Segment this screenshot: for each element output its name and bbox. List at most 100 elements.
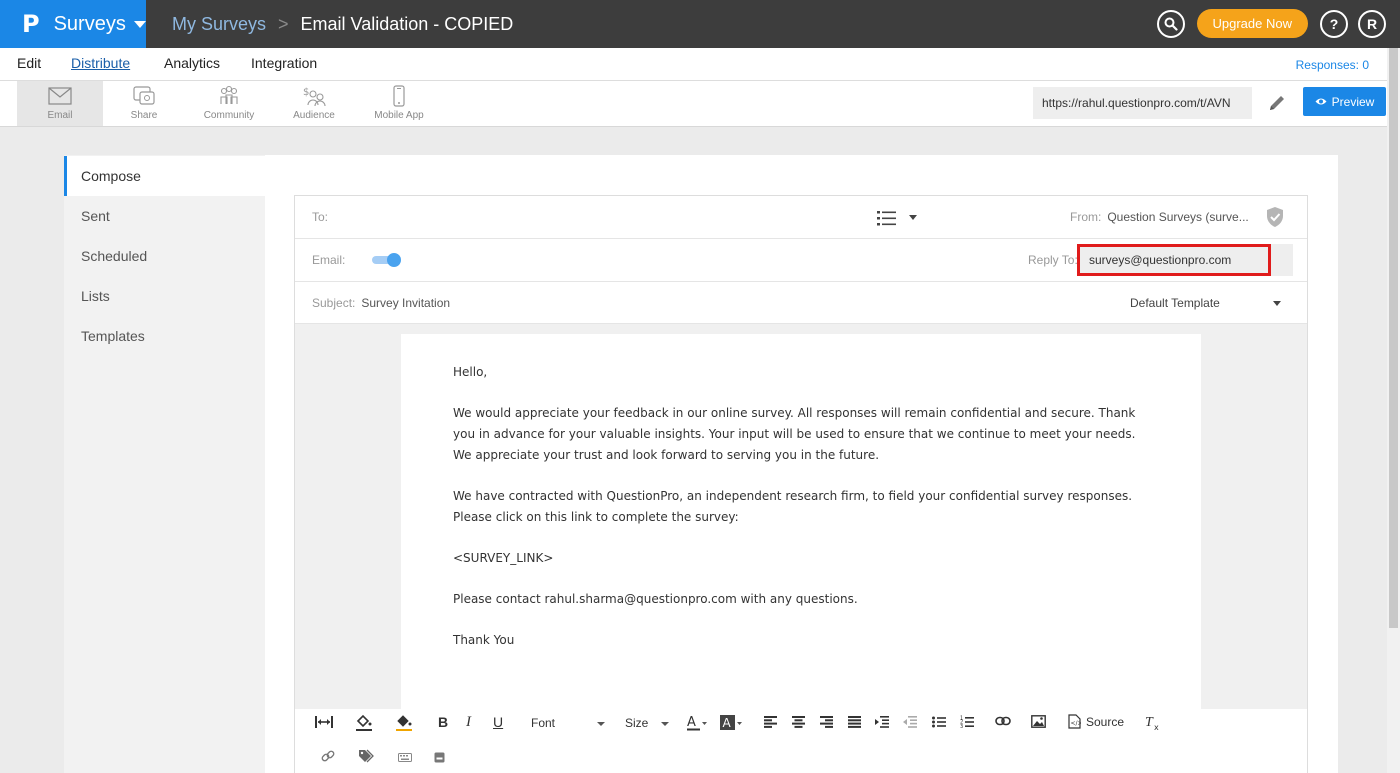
bulleted-list-button[interactable] xyxy=(932,716,946,728)
text-color-button[interactable]: A xyxy=(686,714,708,732)
contact-list-picker[interactable] xyxy=(877,210,923,229)
audience-icon: $ xyxy=(303,87,326,107)
breadcrumb-my-surveys[interactable]: My Surveys xyxy=(172,14,266,35)
tab-analytics[interactable]: Analytics xyxy=(164,55,220,71)
sidebar-item-compose[interactable]: Compose xyxy=(64,156,265,196)
keyboard-icon xyxy=(398,753,412,762)
tool-label: Audience xyxy=(293,110,335,121)
svg-text:</>: </> xyxy=(1071,720,1082,727)
remove-format-button[interactable]: Tx xyxy=(1145,714,1161,731)
bold-button[interactable]: B xyxy=(438,714,448,730)
user-avatar-button[interactable]: R xyxy=(1358,9,1386,38)
tag-icon xyxy=(359,749,374,763)
svg-text:$: $ xyxy=(303,87,309,98)
underline-button[interactable]: U xyxy=(493,714,503,730)
reply-to-label: Reply To: xyxy=(1028,253,1078,267)
from-label: From: xyxy=(1070,210,1102,224)
body-paragraph: We would appreciate your feedback in our… xyxy=(453,406,1136,462)
remove-format-icon: Tx xyxy=(1145,715,1159,731)
numbered-list-button[interactable]: 123 xyxy=(960,715,974,728)
tab-distribute[interactable]: Distribute xyxy=(71,55,130,71)
breadcrumb-separator: > xyxy=(278,13,289,34)
email-body[interactable]: Hello, We would appreciate your feedback… xyxy=(401,334,1201,709)
iframe-button[interactable] xyxy=(434,752,445,763)
share-icon xyxy=(133,86,155,105)
fill-color-icon xyxy=(396,715,412,731)
contact-text: Please contact rahul.sharma@questionpro.… xyxy=(453,592,858,606)
chevron-down-icon[interactable] xyxy=(661,722,669,727)
email-toggle[interactable] xyxy=(370,253,402,267)
tool-share[interactable]: Share xyxy=(101,81,187,126)
svg-text:A: A xyxy=(723,716,732,730)
preview-label: Preview xyxy=(1331,94,1375,109)
highlight-color-icon: A xyxy=(720,715,742,730)
sidebar-item-templates[interactable]: Templates xyxy=(64,316,265,356)
tab-integration[interactable]: Integration xyxy=(251,55,317,71)
top-bar: P Surveys My Surveys > Email Validation … xyxy=(0,0,1400,48)
chevron-down-icon[interactable] xyxy=(1273,301,1281,306)
size-select[interactable]: Size xyxy=(625,716,648,730)
font-select[interactable]: Font xyxy=(531,716,555,730)
indent-icon xyxy=(875,716,889,728)
align-left-button[interactable] xyxy=(764,716,777,728)
upgrade-now-button[interactable]: Upgrade Now xyxy=(1196,9,1308,38)
expand-width-icon xyxy=(315,716,333,728)
justify-button[interactable] xyxy=(848,716,861,728)
search-button[interactable] xyxy=(1156,9,1185,38)
survey-url-field[interactable]: https://rahul.questionpro.com/t/AVN xyxy=(1033,87,1252,119)
source-button[interactable]: </> Source xyxy=(1068,714,1124,729)
full-width-button[interactable] xyxy=(315,715,333,729)
align-center-button[interactable] xyxy=(792,716,805,728)
anchor-tag-button[interactable] xyxy=(358,749,374,763)
align-right-icon xyxy=(820,716,833,728)
tool-community[interactable]: Community xyxy=(186,81,272,126)
sidebar-item-sent[interactable]: Sent xyxy=(64,196,265,236)
indent-button[interactable] xyxy=(875,716,889,728)
tool-label: Email xyxy=(47,110,73,121)
italic-button[interactable]: I xyxy=(466,714,471,731)
survey-link-placeholder: <SURVEY_LINK> xyxy=(453,551,554,565)
from-field[interactable]: From: Question Surveys (surve... xyxy=(1070,210,1249,224)
tool-email[interactable]: Email xyxy=(17,81,103,126)
tab-edit[interactable]: Edit xyxy=(17,55,41,71)
responses-count[interactable]: Responses: 0 xyxy=(1296,58,1369,72)
product-name: Surveys xyxy=(53,12,126,35)
chevron-down-icon[interactable] xyxy=(597,722,605,727)
italic-icon: I xyxy=(466,714,471,730)
pencil-icon[interactable] xyxy=(1266,92,1288,114)
reply-to-field[interactable]: surveys@questionpro.com xyxy=(1077,244,1271,276)
tool-label: Mobile App xyxy=(374,110,424,121)
template-select[interactable]: Default Template xyxy=(1130,296,1220,310)
closing-text: Thank You xyxy=(453,633,515,647)
verified-shield-icon xyxy=(1267,207,1283,227)
align-right-button[interactable] xyxy=(820,716,833,728)
tool-label: Share xyxy=(130,110,158,121)
unlink-button[interactable] xyxy=(321,749,335,763)
outdent-button[interactable] xyxy=(903,716,917,728)
mobile-icon xyxy=(393,85,405,107)
insert-image-button[interactable] xyxy=(1031,715,1046,728)
subject-field[interactable]: Subject: Survey Invitation xyxy=(312,296,450,310)
highlight-color-button[interactable]: A xyxy=(720,714,744,732)
toggle-knob xyxy=(387,253,401,267)
tool-audience[interactable]: $ Audience xyxy=(271,81,357,126)
outdent-icon xyxy=(903,716,917,728)
link-icon xyxy=(995,716,1011,726)
sidebar-item-lists[interactable]: Lists xyxy=(64,276,265,316)
background-color-button[interactable] xyxy=(355,714,373,732)
keyboard-button[interactable] xyxy=(398,753,412,762)
cell-color-button[interactable] xyxy=(395,714,413,732)
align-center-icon xyxy=(792,716,805,728)
preview-button[interactable]: Preview xyxy=(1303,87,1386,116)
product-switcher[interactable]: P Surveys xyxy=(0,0,146,48)
envelope-icon xyxy=(48,87,72,105)
font-label: Font xyxy=(531,716,556,730)
sidebar-item-scheduled[interactable]: Scheduled xyxy=(64,236,265,276)
subject-label: Subject: xyxy=(312,296,356,310)
page-scrollbar[interactable] xyxy=(1387,48,1400,773)
insert-link-button[interactable] xyxy=(995,716,1011,726)
tool-mobile-app[interactable]: Mobile App xyxy=(356,81,442,126)
editor-toolbar: B I U Font Size A A 123 </> Source T x xyxy=(295,709,1307,773)
help-button[interactable]: ? xyxy=(1320,9,1348,38)
list-icon xyxy=(877,211,917,226)
